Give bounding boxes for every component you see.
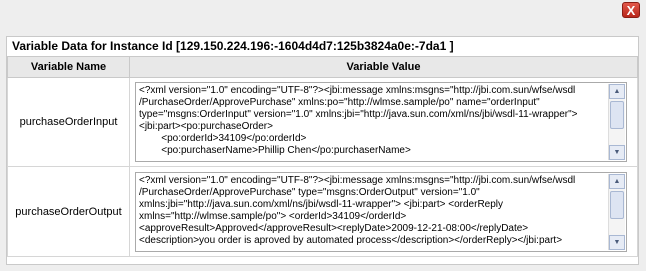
variable-data-panel: Variable Data for Instance Id [129.150.2…	[6, 36, 639, 265]
table-header-row: Variable Name Variable Value	[7, 56, 638, 78]
table-row: purchaseOrderInput <?xml version="1.0" e…	[7, 77, 638, 167]
variable-value-text: <?xml version="1.0" encoding="UTF-8"?><j…	[139, 85, 578, 156]
variable-value-text: <?xml version="1.0" encoding="UTF-8"?><j…	[139, 174, 576, 246]
close-icon: X	[626, 3, 636, 18]
scrollbar-thumb[interactable]	[610, 101, 624, 129]
column-header-variable-value: Variable Value	[129, 56, 638, 78]
panel-title: Variable Data for Instance Id [129.150.2…	[12, 39, 454, 53]
close-button[interactable]: X	[622, 2, 640, 18]
vertical-scrollbar[interactable]: ▲ ▼	[608, 173, 625, 250]
table-row: purchaseOrderOutput <?xml version="1.0" …	[7, 166, 638, 257]
variable-value-textarea[interactable]: <?xml version="1.0" encoding="UTF-8"?><j…	[135, 171, 627, 252]
scrollbar-thumb[interactable]	[610, 190, 624, 219]
variable-name-cell: purchaseOrderOutput	[7, 166, 130, 257]
arrow-up-icon[interactable]: ▲	[609, 173, 625, 189]
vertical-scrollbar[interactable]: ▲ ▼	[608, 84, 625, 160]
variable-table: Variable Name Variable Value purchaseOrd…	[7, 56, 638, 257]
arrow-down-icon[interactable]: ▼	[609, 145, 625, 160]
arrow-up-icon[interactable]: ▲	[609, 84, 625, 99]
arrow-down-icon[interactable]: ▼	[609, 234, 625, 250]
variable-value-cell: <?xml version="1.0" encoding="UTF-8"?><j…	[129, 166, 638, 257]
variable-value-textarea[interactable]: <?xml version="1.0" encoding="UTF-8"?><j…	[135, 82, 627, 162]
variable-value-cell: <?xml version="1.0" encoding="UTF-8"?><j…	[129, 77, 638, 167]
column-header-variable-name: Variable Name	[7, 56, 130, 78]
variable-name-cell: purchaseOrderInput	[7, 77, 130, 167]
